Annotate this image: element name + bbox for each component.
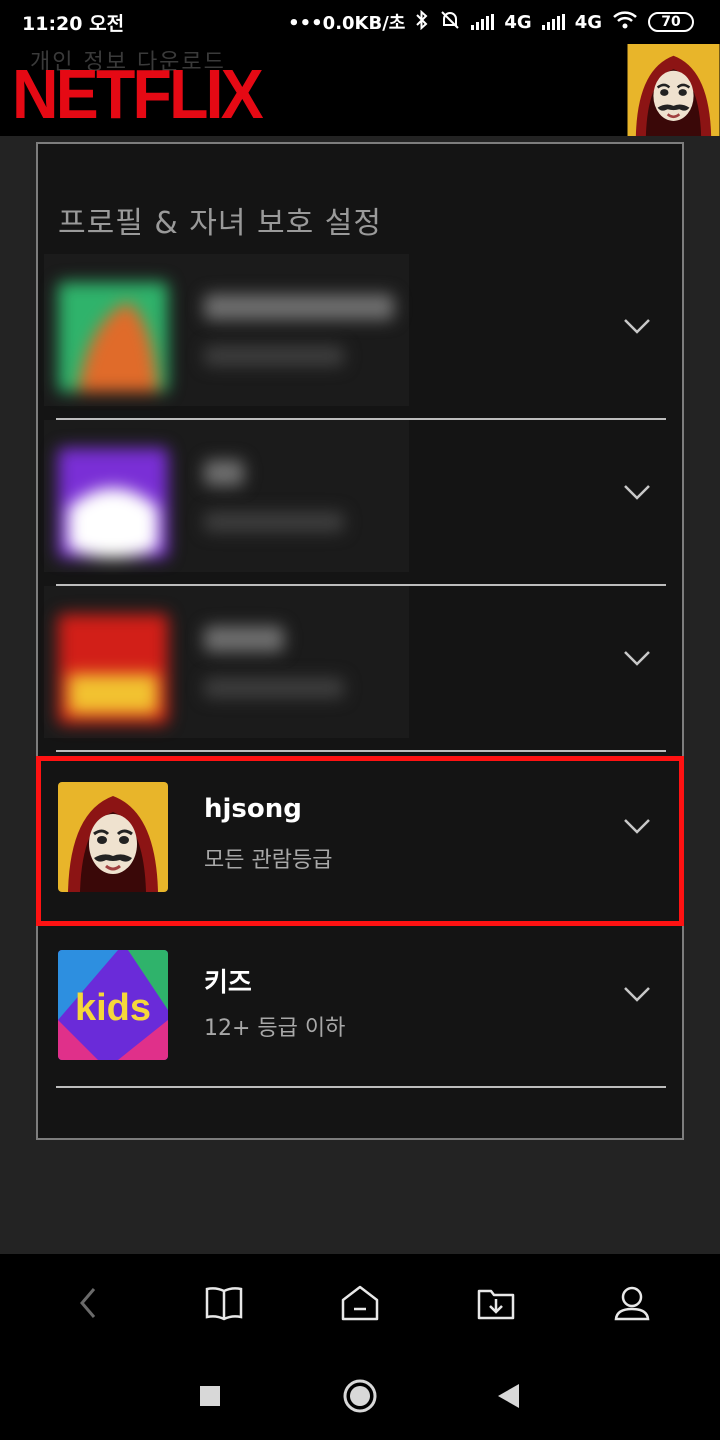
system-navigation (0, 1352, 720, 1440)
kids-avatar: kids (58, 950, 168, 1060)
battery-icon: 70 (648, 12, 694, 32)
chevron-down-icon[interactable] (622, 984, 652, 1004)
main-content: 프로필 & 자녀 보호 설정 hjsong 모든 관람등급 kids 키즈 12… (0, 136, 720, 1254)
download-folder-icon[interactable] (468, 1275, 524, 1331)
row-divider (56, 750, 666, 752)
signal-label-2: 4G (574, 11, 602, 33)
home-circle-icon[interactable] (340, 1376, 380, 1416)
app-header: 개인 정보 다운로드 NETFLIX (0, 44, 720, 136)
blurred-avatar (58, 448, 168, 558)
status-time: 11:20 오전 (22, 12, 125, 35)
blurred-avatar (58, 614, 168, 724)
profile-row-kids[interactable]: kids 키즈 12+ 등급 이하 (56, 922, 666, 1088)
panel-title: 프로필 & 자녀 보호 설정 (58, 206, 382, 241)
blurred-profile-subtitle (204, 512, 344, 532)
blurred-avatar (58, 282, 168, 392)
highlight-box (36, 756, 684, 926)
profile-row[interactable] (44, 254, 666, 420)
chevron-down-icon[interactable] (622, 316, 652, 336)
book-icon[interactable] (196, 1275, 252, 1331)
chevron-down-icon[interactable] (622, 482, 652, 502)
signal-icon-2 (541, 14, 565, 30)
blurred-profile-subtitle (204, 346, 344, 366)
bottom-navigation (0, 1254, 720, 1352)
back-icon[interactable] (60, 1275, 116, 1331)
blurred-profile-name (204, 626, 284, 652)
header-profile-avatar[interactable] (627, 44, 720, 136)
row-divider (56, 1086, 666, 1088)
blurred-profile-subtitle (204, 678, 344, 698)
wifi-icon (612, 10, 638, 35)
recents-icon[interactable] (190, 1376, 230, 1416)
profiles-panel: 프로필 & 자녀 보호 설정 hjsong 모든 관람등급 kids 키즈 12… (36, 142, 684, 1140)
blurred-profile-name (204, 294, 394, 320)
profile-rating: 12+ 등급 이하 (204, 1016, 346, 1041)
status-bar: 11:20 오전 •••0.0KB/초 4G 4G 70 (0, 0, 720, 44)
mute-bell-icon (439, 9, 461, 36)
back-triangle-icon[interactable] (488, 1376, 528, 1416)
profile-row[interactable] (44, 420, 666, 586)
chevron-down-icon[interactable] (622, 648, 652, 668)
signal-label-1: 4G (504, 11, 532, 33)
netflix-logo[interactable]: NETFLIX (12, 54, 264, 134)
profile-name: 키즈 (204, 968, 252, 998)
status-icons: •••0.0KB/초 4G 4G 70 (288, 9, 694, 36)
kids-avatar-text: kids (75, 987, 151, 1029)
profile-row[interactable] (44, 586, 666, 752)
home-icon[interactable] (332, 1275, 388, 1331)
signal-icon-1 (471, 14, 495, 30)
profile-icon[interactable] (604, 1275, 660, 1331)
bluetooth-icon (415, 9, 429, 35)
blurred-profile-name (204, 460, 244, 486)
network-speed: •••0.0KB/초 (288, 13, 406, 34)
